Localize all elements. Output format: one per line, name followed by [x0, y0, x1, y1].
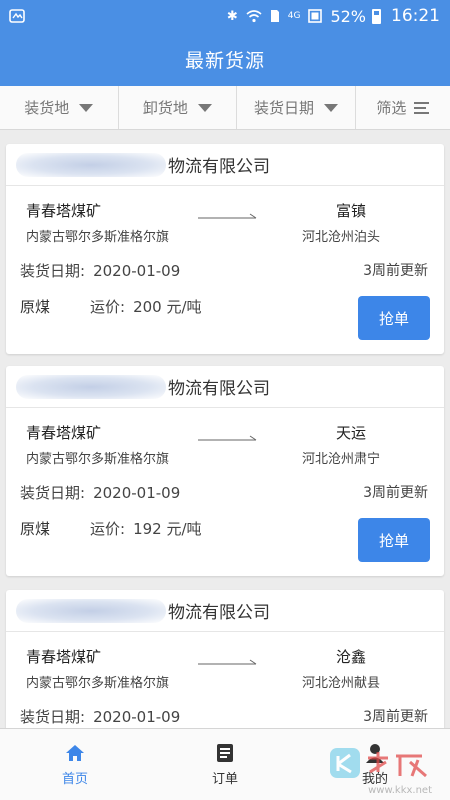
cargo-type: 原煤	[20, 298, 51, 316]
battery-icon	[372, 8, 381, 24]
price-label: 运价:	[90, 298, 126, 316]
price-value: 200 元/吨	[133, 298, 202, 316]
watermark-text: www.kkx.net	[368, 785, 432, 796]
grab-order-button[interactable]: 抢单	[358, 296, 430, 340]
price-value: 192 元/吨	[133, 520, 202, 538]
origin-place: 内蒙古鄂尔多斯准格尔旗	[26, 230, 170, 245]
route-arrow-icon	[198, 659, 257, 665]
wifi-icon	[246, 9, 262, 23]
route: 青春塔煤矿 内蒙古鄂尔多斯准格尔旗 富镇 河北沧州泊头	[6, 200, 444, 248]
destination-place: 河北沧州献县	[302, 676, 381, 691]
filter-unloading-place[interactable]: 卸货地	[119, 86, 238, 129]
origin-name: 青春塔煤矿	[26, 424, 102, 442]
caret-down-icon	[79, 103, 94, 112]
loading-date: 装货日期: 2020-01-09	[20, 260, 180, 281]
filter-icon	[414, 101, 430, 114]
company-name: 物流有限公司	[168, 157, 270, 177]
grab-order-button[interactable]: 抢单	[358, 518, 430, 562]
card-header: 物流有限公司	[6, 366, 444, 408]
destination-name: 沧鑫	[336, 648, 367, 666]
origin-name: 青春塔煤矿	[26, 648, 102, 666]
order-icon	[217, 744, 233, 762]
filter-more[interactable]: 筛选	[356, 86, 450, 129]
filter-label: 装货地	[24, 99, 70, 117]
status-bar: ✱ 4G 52% 16:21	[0, 0, 450, 32]
date-label: 装货日期:	[20, 708, 86, 726]
updated-time: 3周前更新	[363, 709, 428, 725]
caret-down-icon	[197, 103, 212, 112]
updated-time: 3周前更新	[363, 485, 428, 501]
date-label: 装货日期:	[20, 484, 86, 502]
tab-label: 订单	[211, 772, 238, 787]
app-notification-icon	[9, 9, 25, 23]
signal-icon	[308, 9, 323, 23]
caret-down-icon	[324, 103, 339, 112]
freight-price: 运价: 200 元/吨	[90, 296, 202, 317]
company-name: 物流有限公司	[168, 603, 270, 623]
updated-time: 3周前更新	[363, 263, 428, 279]
destination-name: 天运	[336, 424, 367, 442]
cargo-card[interactable]: 物流有限公司 青春塔煤矿 内蒙古鄂尔多斯准格尔旗 天运 河北沧州肃宁 装货日期:…	[6, 366, 444, 576]
home-icon	[66, 745, 84, 761]
company-name: 物流有限公司	[168, 379, 270, 399]
origin-place: 内蒙古鄂尔多斯准格尔旗	[26, 676, 170, 691]
freight-price: 运价: 192 元/吨	[90, 518, 202, 539]
route-arrow-icon	[198, 213, 257, 219]
filter-label: 筛选	[376, 99, 407, 117]
sim-icon	[270, 9, 280, 23]
route: 青春塔煤矿 内蒙古鄂尔多斯准格尔旗 沧鑫 河北沧州献县	[6, 646, 444, 694]
date-value: 2020-01-09	[93, 484, 181, 502]
clock: 16:21	[391, 6, 440, 26]
destination-place: 河北沧州肃宁	[302, 452, 381, 467]
cargo-type: 原煤	[20, 520, 51, 538]
date-value: 2020-01-09	[93, 708, 181, 726]
filter-label: 卸货地	[142, 99, 188, 117]
loading-date: 装货日期: 2020-01-09	[20, 482, 180, 503]
battery-percent: 52%	[330, 6, 366, 26]
cargo-card[interactable]: 物流有限公司 青春塔煤矿 内蒙古鄂尔多斯准格尔旗 富镇 河北沧州泊头 装货日期:…	[6, 144, 444, 354]
route-arrow-icon	[198, 435, 257, 441]
origin-place: 内蒙古鄂尔多斯准格尔旗	[26, 452, 170, 467]
filter-loading-date[interactable]: 装货日期	[237, 86, 356, 129]
bluetooth-icon: ✱	[226, 8, 238, 24]
tab-home[interactable]: 首页	[0, 729, 150, 800]
date-value: 2020-01-09	[93, 262, 181, 280]
filter-bar: 装货地 卸货地 装货日期 筛选	[0, 86, 450, 130]
tab-label: 首页	[61, 772, 88, 787]
loading-date: 装货日期: 2020-01-09	[20, 706, 180, 727]
origin-name: 青春塔煤矿	[26, 202, 102, 220]
card-header: 物流有限公司	[6, 590, 444, 632]
destination-name: 富镇	[336, 202, 367, 220]
filter-label: 装货日期	[254, 99, 315, 117]
network-icon: 4G	[287, 10, 301, 21]
cargo-card[interactable]: 物流有限公司 青春塔煤矿 内蒙古鄂尔多斯准格尔旗 沧鑫 河北沧州献县 装货日期:…	[6, 590, 444, 728]
date-label: 装货日期:	[20, 262, 86, 280]
page-title: 最新货源	[0, 32, 450, 86]
tab-orders[interactable]: 订单	[150, 729, 300, 800]
route: 青春塔煤矿 内蒙古鄂尔多斯准格尔旗 天运 河北沧州肃宁	[6, 422, 444, 470]
bottom-tab-bar: 首页 订单 我的 www.kkx.net	[0, 728, 450, 800]
cargo-list[interactable]: 物流有限公司 青春塔煤矿 内蒙古鄂尔多斯准格尔旗 富镇 河北沧州泊头 装货日期:…	[0, 130, 450, 728]
price-label: 运价:	[90, 520, 126, 538]
card-header: 物流有限公司	[6, 144, 444, 186]
filter-loading-place[interactable]: 装货地	[0, 86, 119, 129]
destination-place: 河北沧州泊头	[302, 230, 381, 245]
